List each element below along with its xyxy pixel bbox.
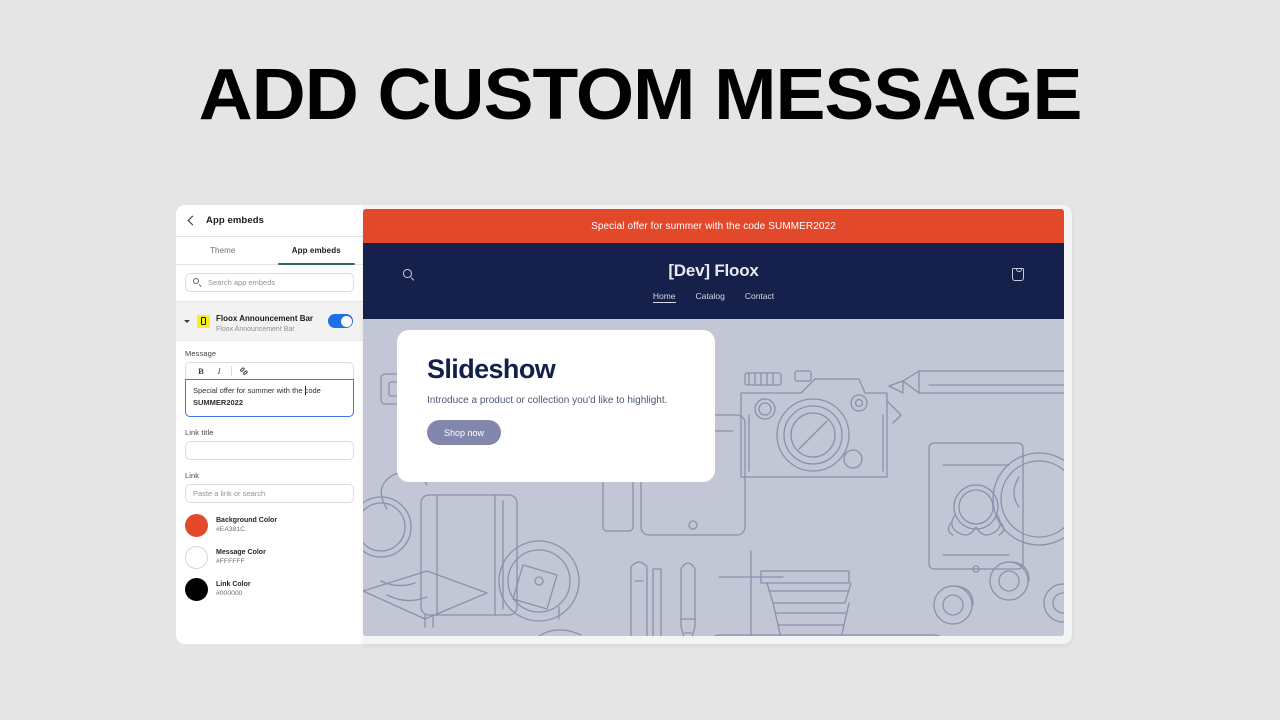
background-color-swatch[interactable] bbox=[185, 514, 208, 538]
link-color-swatch[interactable] bbox=[185, 578, 208, 602]
storefront-preview: Special offer for summer with the code S… bbox=[363, 209, 1064, 636]
nav-link-home[interactable]: Home bbox=[652, 291, 676, 303]
embed-item-text: Floox Announcement Bar Floox Announcemen… bbox=[216, 308, 322, 334]
message-textarea[interactable]: Special offer for summer with the code S… bbox=[185, 379, 354, 418]
background-color-hex: #EA381C bbox=[216, 526, 246, 534]
italic-icon[interactable]: I bbox=[210, 364, 228, 378]
embed-item-subtitle: Floox Announcement Bar bbox=[216, 326, 295, 334]
shopping-bag-icon[interactable] bbox=[1012, 268, 1024, 281]
nav-link-catalog[interactable]: Catalog bbox=[696, 291, 725, 303]
panel-title: App embeds bbox=[206, 215, 265, 226]
slideshow-subtitle: Introduce a product or collection you'd … bbox=[427, 395, 668, 406]
link-field-label: Link bbox=[185, 471, 200, 481]
shop-now-button[interactable]: Shop now bbox=[427, 420, 502, 445]
store-nav: Home Catalog Contact bbox=[363, 291, 1064, 303]
message-color-name: Message Color bbox=[216, 549, 266, 557]
link-icon[interactable] bbox=[235, 364, 253, 378]
color-row-message[interactable]: Message Color #FFFFFF bbox=[185, 546, 354, 570]
search-section bbox=[176, 265, 363, 301]
embed-item-name: Floox Announcement Bar bbox=[216, 314, 314, 323]
color-row-link[interactable]: Link Color #000000 bbox=[185, 578, 354, 602]
background-color-name: Background Color bbox=[216, 517, 278, 525]
embed-settings-form: Message B I Special offer for summer wit… bbox=[176, 341, 363, 602]
search-input[interactable] bbox=[208, 278, 346, 287]
message-color-swatch[interactable] bbox=[185, 546, 208, 570]
background-color-text: Background Color #EA381C bbox=[216, 517, 277, 534]
link-title-field-label: Link title bbox=[185, 428, 214, 438]
message-color-hex: #FFFFFF bbox=[216, 558, 245, 566]
search-app-embeds-box[interactable] bbox=[185, 273, 354, 292]
message-text-plain: Special offer for summer with the bbox=[193, 386, 305, 396]
link-title-input-wrap[interactable] bbox=[185, 441, 354, 461]
theme-editor-mock: App embeds Theme App embeds Floox Announ… bbox=[176, 205, 1072, 644]
rich-text-toolbar: B I bbox=[185, 362, 354, 381]
tab-app-embeds[interactable]: App embeds bbox=[270, 237, 364, 265]
page-title: ADD CUSTOM MESSAGE bbox=[198, 55, 1083, 135]
caret-down-icon[interactable] bbox=[183, 317, 191, 325]
link-color-hex: #000000 bbox=[216, 590, 243, 598]
announcement-bar-icon bbox=[197, 314, 210, 328]
search-icon bbox=[193, 278, 202, 287]
app-embeds-settings-panel: App embeds Theme App embeds Floox Announ… bbox=[176, 205, 363, 644]
slideshow-title: Slideshow bbox=[427, 354, 556, 384]
slideshow-content-card: Slideshow Introduce a product or collect… bbox=[397, 330, 715, 482]
link-color-name: Link Color bbox=[216, 581, 251, 589]
storefront-preview-card: Special offer for summer with the code S… bbox=[363, 205, 1072, 644]
message-text-bold: SUMMER2022 bbox=[193, 398, 244, 408]
chevron-left-icon[interactable] bbox=[186, 215, 197, 226]
nav-link-contact[interactable]: Contact bbox=[745, 291, 774, 303]
app-embed-item-floox-announcement-bar[interactable]: Floox Announcement Bar Floox Announcemen… bbox=[176, 301, 363, 342]
message-rich-text-editor: B I Special offer for summer with the co… bbox=[185, 362, 354, 418]
message-text-middle: code bbox=[304, 386, 321, 396]
panel-tabs: Theme App embeds bbox=[176, 237, 363, 265]
toolbar-divider bbox=[231, 366, 232, 377]
message-field-label: Message bbox=[185, 349, 217, 359]
link-title-input[interactable] bbox=[193, 446, 346, 456]
embed-enable-toggle[interactable] bbox=[328, 314, 353, 329]
link-input[interactable] bbox=[193, 489, 346, 499]
announcement-bar: Special offer for summer with the code S… bbox=[363, 209, 1064, 243]
store-name: [Dev] Floox bbox=[668, 261, 759, 280]
store-header: [Dev] Floox Home Catalog Contact bbox=[363, 243, 1064, 319]
message-color-text: Message Color #FFFFFF bbox=[216, 549, 266, 566]
link-input-wrap[interactable] bbox=[185, 484, 354, 504]
color-row-background[interactable]: Background Color #EA381C bbox=[185, 514, 354, 538]
bold-icon[interactable]: B bbox=[192, 364, 210, 378]
tab-theme[interactable]: Theme bbox=[176, 237, 270, 264]
panel-header: App embeds bbox=[176, 205, 363, 237]
link-color-text: Link Color #000000 bbox=[216, 581, 251, 598]
